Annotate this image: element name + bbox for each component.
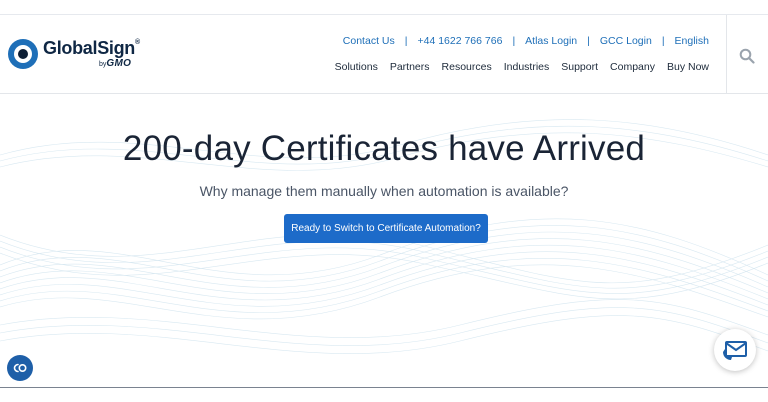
certificate-automation-button[interactable]: Ready to Switch to Certificate Automatio…	[284, 214, 488, 243]
nav-separator: |	[404, 35, 408, 47]
nav-separator: |	[661, 35, 665, 47]
search-icon	[739, 48, 755, 64]
language-link[interactable]: English	[675, 35, 709, 47]
footer-divider	[0, 387, 768, 388]
nav-support[interactable]: Support	[561, 61, 598, 73]
site-header: GlobalSign® byGMO Contact Us | +44 1622 …	[0, 15, 768, 94]
nav-resources[interactable]: Resources	[442, 61, 492, 73]
hero-section: 200-day Certificates have Arrived Why ma…	[0, 95, 768, 387]
nav-partners[interactable]: Partners	[390, 61, 430, 73]
contact-us-link[interactable]: Contact Us	[343, 35, 395, 47]
logo-name: GlobalSign®	[43, 38, 140, 58]
nav-separator: |	[512, 35, 516, 47]
main-nav: Solutions Partners Resources Industries …	[323, 60, 709, 74]
globalsign-logo[interactable]: GlobalSign® byGMO	[8, 37, 148, 71]
utility-nav: Contact Us | +44 1622 766 766 | Atlas Lo…	[343, 34, 709, 48]
logo-wordmark: GlobalSign® byGMO	[43, 39, 140, 69]
search-button[interactable]	[726, 15, 768, 94]
nav-buy-now[interactable]: Buy Now	[667, 61, 709, 73]
nav-industries[interactable]: Industries	[504, 61, 550, 73]
nav-separator: |	[587, 35, 590, 47]
gcc-login-link[interactable]: GCC Login	[600, 35, 652, 47]
top-strip	[0, 0, 768, 15]
nav-solutions[interactable]: Solutions	[335, 61, 378, 73]
chat-button[interactable]	[7, 355, 33, 381]
logo-registered-mark: ®	[135, 39, 140, 46]
logo-eye-icon	[8, 39, 38, 69]
logo-parent: GMO	[106, 58, 132, 69]
nav-company[interactable]: Company	[610, 61, 655, 73]
atlas-login-link[interactable]: Atlas Login	[525, 35, 577, 47]
envelope-phone-icon	[723, 341, 747, 360]
phone-link[interactable]: +44 1622 766 766	[417, 35, 502, 47]
chat-icon	[13, 363, 27, 373]
hero-title: 200-day Certificates have Arrived	[122, 129, 646, 168]
hero-subtitle: Why manage them manually when automation…	[199, 183, 569, 199]
contact-widget-button[interactable]	[714, 329, 756, 371]
logo-byline: byGMO	[99, 58, 132, 69]
